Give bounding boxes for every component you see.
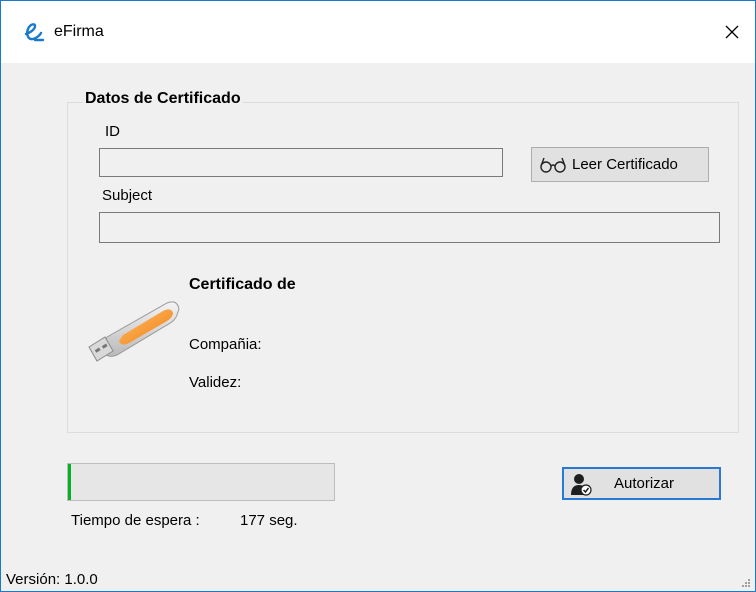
resize-grip-icon[interactable]: [741, 578, 751, 588]
progress-fill: [68, 464, 71, 500]
version-label: Versión: 1.0.0: [6, 571, 98, 588]
wait-time-label: Tiempo de espera :: [71, 512, 200, 529]
certificate-heading: Certificado de: [189, 276, 296, 293]
group-title: Datos de Certificado: [83, 90, 243, 108]
subject-label: Subject: [102, 187, 153, 204]
title-bar[interactable]: eFirma: [1, 1, 755, 63]
subject-field[interactable]: [99, 212, 720, 243]
close-icon: [725, 25, 739, 39]
authorize-button[interactable]: Autorizar: [562, 467, 721, 500]
id-field[interactable]: [99, 148, 503, 177]
wait-time-value: 177 seg.: [240, 512, 298, 529]
glasses-icon: [540, 157, 566, 173]
status-bar: Versión: 1.0.0: [1, 563, 755, 591]
close-button[interactable]: [709, 1, 755, 63]
usb-drive-icon: [88, 301, 180, 362]
read-certificate-button[interactable]: Leer Certificado: [531, 147, 709, 182]
user-authorize-icon: [571, 473, 592, 496]
company-label: Compañia:: [189, 336, 262, 353]
efirma-window: eFirma Datos de Certificado ID Leer Cert…: [0, 0, 756, 592]
authorize-label: Autorizar: [614, 475, 675, 492]
efirma-logo-icon: [24, 23, 45, 42]
validity-label: Validez:: [189, 374, 242, 391]
wait-progress-bar: [67, 463, 335, 501]
window-title: eFirma: [54, 23, 104, 40]
id-label: ID: [105, 123, 120, 140]
read-certificate-label: Leer Certificado: [572, 156, 678, 173]
